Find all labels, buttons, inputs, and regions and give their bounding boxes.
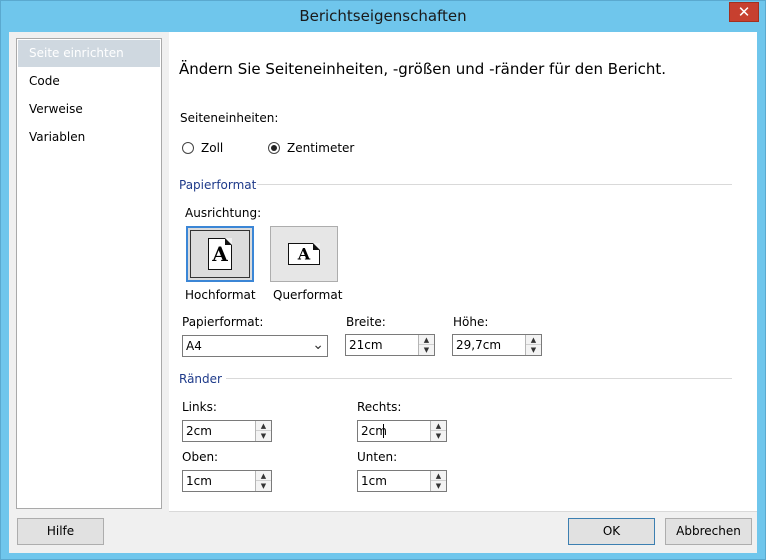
height-spinner[interactable]: 29,7cm ▲ ▼ (452, 334, 542, 356)
margin-right-down-icon[interactable]: ▼ (431, 431, 446, 441)
landscape-page-letter: A (297, 244, 311, 264)
page-setup-panel: Ändern Sie Seiteneinheiten, -größen und … (169, 32, 757, 512)
width-spinner-down-icon[interactable]: ▼ (419, 345, 434, 355)
landscape-label: Querformat (273, 288, 343, 302)
margin-right-spinner-buttons: ▲ ▼ (430, 421, 446, 441)
radio-zentimeter-label[interactable]: Zentimeter (287, 141, 354, 155)
height-spinner-buttons: ▲ ▼ (525, 335, 541, 355)
cancel-button[interactable]: Abbrechen (665, 518, 752, 545)
height-label: Höhe: (453, 315, 489, 329)
margin-bottom-up-icon[interactable]: ▲ (431, 471, 446, 481)
width-spinner-buttons: ▲ ▼ (418, 335, 434, 355)
close-icon: ✕ (737, 3, 751, 21)
margin-left-up-icon[interactable]: ▲ (256, 421, 271, 431)
orientation-label: Ausrichtung: (185, 206, 262, 220)
margin-top-down-icon[interactable]: ▼ (256, 481, 271, 491)
margin-left-down-icon[interactable]: ▼ (256, 431, 271, 441)
paper-format-value: A4 (186, 339, 202, 353)
nav-list: Seite einrichten Code Verweise Variablen (16, 38, 162, 509)
height-spinner-up-icon[interactable]: ▲ (526, 335, 541, 345)
paper-section-rule (257, 184, 732, 185)
title-bar[interactable]: Berichtseigenschaften ✕ (1, 1, 765, 31)
landscape-page-icon: A (288, 243, 320, 265)
portrait-focus-frame: A (190, 230, 250, 278)
margin-top-spinner-buttons: ▲ ▼ (255, 471, 271, 491)
margin-bottom-label: Unten: (357, 450, 398, 464)
window-title: Berichtseigenschaften (299, 7, 467, 25)
page-heading: Ändern Sie Seiteneinheiten, -größen und … (179, 60, 667, 78)
margin-bottom-spinner-buttons: ▲ ▼ (430, 471, 446, 491)
portrait-button[interactable]: A (186, 226, 254, 282)
units-label: Seiteneinheiten: (180, 111, 279, 125)
dialog-window: Berichtseigenschaften ✕ Seite einrichten… (0, 0, 766, 560)
margin-left-spinner-buttons: ▲ ▼ (255, 421, 271, 441)
close-button[interactable]: ✕ (729, 2, 759, 22)
nav-item-verweise[interactable]: Verweise (18, 96, 160, 123)
width-value: 21cm (349, 338, 383, 352)
margin-right-spinner[interactable]: 2cm ▲ ▼ (357, 420, 447, 442)
radio-zoll[interactable] (182, 142, 194, 154)
margin-top-label: Oben: (182, 450, 219, 464)
margin-top-value: 1cm (186, 474, 212, 488)
text-caret (383, 424, 384, 438)
portrait-label: Hochformat (185, 288, 256, 302)
portrait-page-letter: A (212, 242, 228, 266)
radio-zentimeter[interactable] (268, 142, 280, 154)
margins-section-label: Ränder (179, 372, 222, 386)
paper-section-label: Papierformat (179, 178, 257, 192)
paper-format-label: Papierformat: (182, 315, 264, 329)
height-spinner-down-icon[interactable]: ▼ (526, 345, 541, 355)
height-value: 29,7cm (456, 338, 502, 352)
margin-right-label: Rechts: (357, 400, 402, 414)
margin-right-up-icon[interactable]: ▲ (431, 421, 446, 431)
portrait-page-icon: A (208, 238, 232, 270)
margin-bottom-spinner[interactable]: 1cm ▲ ▼ (357, 470, 447, 492)
width-spinner-up-icon[interactable]: ▲ (419, 335, 434, 345)
chevron-down-icon: ⌄ (312, 337, 324, 353)
margins-section-rule (226, 378, 732, 379)
margin-left-value: 2cm (186, 424, 212, 438)
help-button[interactable]: Hilfe (17, 518, 104, 545)
margin-top-up-icon[interactable]: ▲ (256, 471, 271, 481)
ok-button[interactable]: OK (568, 518, 655, 545)
margin-bottom-value: 1cm (361, 474, 387, 488)
width-label: Breite: (346, 315, 386, 329)
dialog-client: Seite einrichten Code Verweise Variablen… (9, 32, 757, 553)
landscape-button[interactable]: A (270, 226, 338, 282)
paper-format-select[interactable]: A4 ⌄ (182, 335, 328, 357)
nav-item-variablen[interactable]: Variablen (18, 124, 160, 151)
radio-zoll-label[interactable]: Zoll (201, 141, 223, 155)
width-spinner[interactable]: 21cm ▲ ▼ (345, 334, 435, 356)
margin-left-spinner[interactable]: 2cm ▲ ▼ (182, 420, 272, 442)
nav-item-code[interactable]: Code (18, 68, 160, 95)
margin-left-label: Links: (182, 400, 217, 414)
nav-item-seite-einrichten[interactable]: Seite einrichten (18, 40, 160, 67)
margin-top-spinner[interactable]: 1cm ▲ ▼ (182, 470, 272, 492)
margin-bottom-down-icon[interactable]: ▼ (431, 481, 446, 491)
